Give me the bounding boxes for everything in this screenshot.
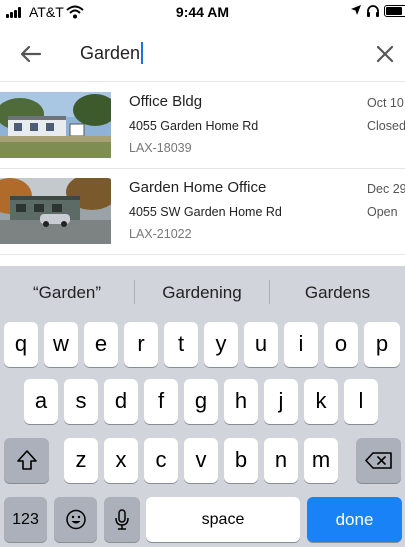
key-t[interactable]: t <box>164 322 198 367</box>
key-o[interactable]: o <box>324 322 358 367</box>
result-title: Garden Home Office <box>129 179 267 196</box>
key-q[interactable]: q <box>4 322 38 367</box>
keyboard: “Garden” Gardening Gardens q w e r t y u… <box>0 266 405 547</box>
suggestion-item[interactable]: Gardening <box>135 266 269 318</box>
key-k[interactable]: k <box>304 379 338 424</box>
key-a[interactable]: a <box>24 379 58 424</box>
result-date: Oct 10 <box>367 96 404 110</box>
numbers-key[interactable]: 123 <box>4 497 47 542</box>
arrow-left-icon[interactable] <box>14 38 46 70</box>
status-bar: AT&T 9:44 AM <box>0 0 405 24</box>
emoji-key[interactable] <box>54 497 97 542</box>
key-p[interactable]: p <box>364 322 400 367</box>
backspace-key[interactable] <box>356 438 401 483</box>
search-input-value: Garden <box>80 43 141 63</box>
close-icon[interactable] <box>369 38 401 70</box>
key-i[interactable]: i <box>284 322 318 367</box>
status-time: 9:44 AM <box>175 4 230 20</box>
battery-icon <box>384 5 405 17</box>
result-title: Office Bldg <box>129 93 203 110</box>
key-c[interactable]: c <box>144 438 178 483</box>
shift-icon <box>16 450 37 470</box>
key-u[interactable]: u <box>244 322 278 367</box>
property-photo <box>0 178 111 244</box>
key-s[interactable]: s <box>64 379 98 424</box>
key-n[interactable]: n <box>264 438 298 483</box>
result-status: Closed <box>367 119 405 133</box>
search-input[interactable]: Garden <box>80 38 144 68</box>
emoji-icon <box>65 509 86 530</box>
result-address: 4055 SW Garden Home Rd <box>129 205 282 219</box>
shift-key[interactable] <box>4 438 49 483</box>
microphone-icon <box>115 509 129 530</box>
key-j[interactable]: j <box>264 379 298 424</box>
space-key[interactable]: space <box>146 497 300 542</box>
result-id: LAX-18039 <box>129 141 192 155</box>
suggestion-item[interactable]: “Garden” <box>0 266 134 318</box>
key-d[interactable]: d <box>104 379 138 424</box>
key-y[interactable]: y <box>204 322 238 367</box>
key-w[interactable]: w <box>44 322 78 367</box>
key-b[interactable]: b <box>224 438 258 483</box>
text-caret <box>141 41 144 64</box>
key-e[interactable]: e <box>84 322 118 367</box>
key-z[interactable]: z <box>64 438 98 483</box>
done-button[interactable]: done <box>307 497 402 542</box>
headphones-icon <box>367 5 379 17</box>
result-id: LAX-21022 <box>129 227 192 241</box>
property-photo <box>0 92 111 158</box>
list-item[interactable]: Office Bldg 4055 Garden Home Rd LAX-1803… <box>0 83 405 169</box>
result-date: Dec 29 <box>367 182 405 196</box>
list-item[interactable]: Garden Home Office 4055 SW Garden Home R… <box>0 169 405 255</box>
search-header: Garden <box>0 24 405 82</box>
key-f[interactable]: f <box>144 379 178 424</box>
key-r[interactable]: r <box>124 322 158 367</box>
result-address: 4055 Garden Home Rd <box>129 119 259 133</box>
dictation-key[interactable] <box>104 497 140 542</box>
key-g[interactable]: g <box>184 379 218 424</box>
key-v[interactable]: v <box>184 438 218 483</box>
key-h[interactable]: h <box>224 379 258 424</box>
location-arrow-icon <box>351 5 361 15</box>
key-x[interactable]: x <box>104 438 138 483</box>
result-status: Open <box>367 205 398 219</box>
backspace-icon <box>364 452 392 469</box>
key-l[interactable]: l <box>344 379 378 424</box>
key-m[interactable]: m <box>304 438 338 483</box>
suggestion-bar: “Garden” Gardening Gardens <box>0 266 405 318</box>
suggestion-item[interactable]: Gardens <box>270 266 405 318</box>
